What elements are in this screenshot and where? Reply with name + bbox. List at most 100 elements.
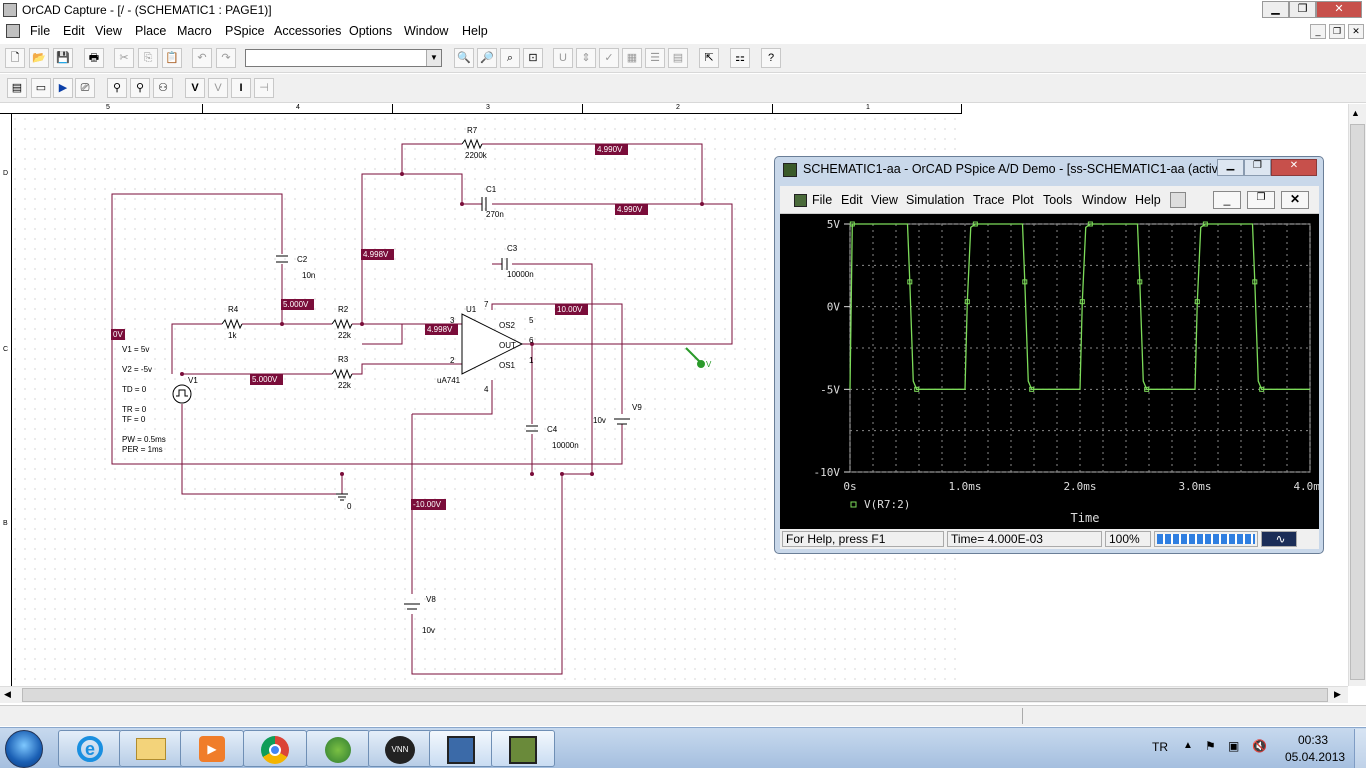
pin-label: 7	[484, 300, 489, 309]
pspice-maximize-button[interactable]: ❐	[1244, 159, 1271, 176]
scroll-left-icon[interactable]: ◀	[4, 689, 11, 700]
pspice-app-icon[interactable]	[783, 163, 797, 177]
show-desktop-button[interactable]	[1354, 729, 1366, 768]
pspice-close-button[interactable]: ✕	[1271, 159, 1317, 176]
clock-time[interactable]: 00:33	[1298, 733, 1328, 747]
voltage-tag[interactable]: 5.000V	[250, 374, 283, 385]
x-axis-label: Time	[1071, 511, 1100, 525]
progress-fill	[1157, 534, 1255, 544]
scroll-thumb[interactable]	[22, 688, 1328, 702]
v1-param: TR = 0	[122, 405, 147, 414]
mdi-minimize-button[interactable]: _	[1310, 24, 1326, 39]
vertical-scrollbar[interactable]: ▲	[1348, 104, 1366, 686]
close-button[interactable]: ✕	[1316, 1, 1362, 18]
mdi-restore-button[interactable]: ❐	[1329, 24, 1345, 39]
taskbar-ie-icon[interactable]: e	[58, 730, 122, 767]
taskbar-messenger-icon[interactable]	[306, 730, 370, 767]
voltage-tag[interactable]: 5.000V	[281, 299, 314, 310]
voltage-tag[interactable]: 0V	[111, 329, 125, 340]
pspice-menu-file[interactable]: File	[812, 193, 832, 207]
pspice-minimize-button[interactable]: ▁	[1217, 159, 1244, 176]
pspice-tool-icon[interactable]	[1170, 192, 1186, 208]
c4-label: C4	[547, 425, 558, 434]
v1-label: V1	[188, 376, 198, 385]
taskbar-orcad-capture-icon[interactable]	[429, 730, 493, 767]
voltage-tag[interactable]: 4.998V	[361, 249, 394, 260]
voltage-tag[interactable]: 4.990V	[615, 204, 648, 215]
pspice-mdi-restore-button[interactable]: ❐	[1247, 191, 1275, 209]
pspice-mdi-close-button[interactable]: ✕	[1281, 191, 1309, 209]
svg-text:4.998V: 4.998V	[427, 325, 453, 334]
pin-label: 5	[529, 316, 534, 325]
r2-value: 22k	[338, 331, 352, 340]
mdi-close-button[interactable]: ✕	[1348, 24, 1364, 39]
v1-param: PER = 1ms	[122, 445, 163, 454]
os1-label: OS1	[499, 361, 516, 370]
taskbar-explorer-icon[interactable]	[119, 730, 183, 767]
taskbar-chrome-icon[interactable]	[243, 730, 307, 767]
taskbar-vnn-icon[interactable]: VNN	[368, 730, 432, 767]
horizontal-scrollbar[interactable]: ◀ ▶	[0, 686, 1348, 703]
pspice-help-text: For Help, press F1	[782, 531, 944, 547]
voltage-tag[interactable]: 4.998V	[425, 324, 458, 335]
v9-label: V9	[632, 403, 642, 412]
waveform-chart: 5V 0V -5V -10V0s 1.0ms 2.0ms 3.0ms 4.0ms V(R7:2)…	[814, 218, 1327, 525]
c4-value: 10000n	[552, 441, 579, 450]
taskbar-pspice-icon[interactable]	[491, 730, 555, 767]
pspice-menu-window[interactable]: Window	[1082, 193, 1126, 207]
pin-label: 1	[529, 356, 534, 365]
voltage-tag[interactable]: 10.00V	[555, 304, 588, 315]
pspice-window[interactable]: SCHEMATIC1-aa - OrCAD PSpice A/D Demo - …	[774, 156, 1327, 554]
voltage-tag[interactable]: 4.990V	[595, 144, 628, 155]
pspice-menu-simulation[interactable]: Simulation	[906, 193, 964, 207]
voltage-probe-label[interactable]: V	[706, 360, 712, 369]
taskbar-media-player-icon[interactable]: ▶	[180, 730, 244, 767]
pspice-menu-edit[interactable]: Edit	[841, 193, 863, 207]
v1-param: TD = 0	[122, 385, 147, 394]
pspice-menu-plot[interactable]: Plot	[1012, 193, 1034, 207]
pin-label: 2	[450, 356, 455, 365]
c1-label: C1	[486, 185, 497, 194]
y-tick-label: -10V	[814, 466, 841, 479]
pspice-menu-view[interactable]: View	[871, 193, 898, 207]
pspice-menu-help[interactable]: Help	[1135, 193, 1161, 207]
r3-value: 22k	[338, 381, 352, 390]
scroll-right-icon[interactable]: ▶	[1334, 689, 1341, 700]
x-tick-label: 0s	[843, 480, 856, 493]
v1-param: V2 = -5v	[122, 365, 152, 374]
action-center-icon[interactable]: ⚑	[1205, 739, 1216, 753]
scroll-thumb[interactable]	[1350, 124, 1365, 680]
svg-text:-10.00V: -10.00V	[413, 500, 442, 509]
network-icon[interactable]: ▣	[1228, 739, 1239, 753]
minimize-button[interactable]: ▁	[1262, 1, 1289, 18]
pspice-menu-trace[interactable]: Trace	[973, 193, 1005, 207]
waveform-status-icon: ∿	[1261, 531, 1297, 547]
voltage-tag[interactable]: -10.00V	[411, 499, 446, 510]
clock-date[interactable]: 05.04.2013	[1285, 750, 1345, 764]
c1-value: 270n	[486, 210, 504, 219]
pspice-doc-icon[interactable]	[794, 194, 807, 207]
pspice-time-readout: Time= 4.000E-03	[947, 531, 1102, 547]
show-hidden-icons-icon[interactable]: ▲	[1183, 740, 1193, 751]
x-tick-label: 3.0ms	[1178, 480, 1211, 493]
pspice-mdi-minimize-button[interactable]: _	[1213, 191, 1241, 209]
c3-label: C3	[507, 244, 518, 253]
out-label: OUT	[499, 341, 516, 350]
volume-icon[interactable]: 🔇	[1252, 739, 1267, 753]
r4-label: R4	[228, 305, 239, 314]
x-tick-label: 2.0ms	[1063, 480, 1096, 493]
v8-label: V8	[426, 595, 436, 604]
language-indicator[interactable]: TR	[1152, 740, 1168, 754]
scroll-up-icon[interactable]: ▲	[1351, 108, 1360, 118]
pspice-plot-area[interactable]: 5V 0V -5V -10V0s 1.0ms 2.0ms 3.0ms 4.0ms V(R7:2)…	[780, 214, 1327, 529]
start-button[interactable]	[5, 730, 43, 768]
v1-param: PW = 0.5ms	[122, 435, 166, 444]
ground-label: 0	[347, 502, 352, 511]
maximize-button[interactable]: ❐	[1289, 1, 1316, 18]
status-bar	[0, 705, 1366, 726]
r7-label: R7	[467, 126, 478, 135]
x-tick-label: 1.0ms	[948, 480, 981, 493]
pspice-menu-tools[interactable]: Tools	[1043, 193, 1072, 207]
u1-value: uA741	[437, 376, 461, 385]
svg-text:4.998V: 4.998V	[363, 250, 389, 259]
